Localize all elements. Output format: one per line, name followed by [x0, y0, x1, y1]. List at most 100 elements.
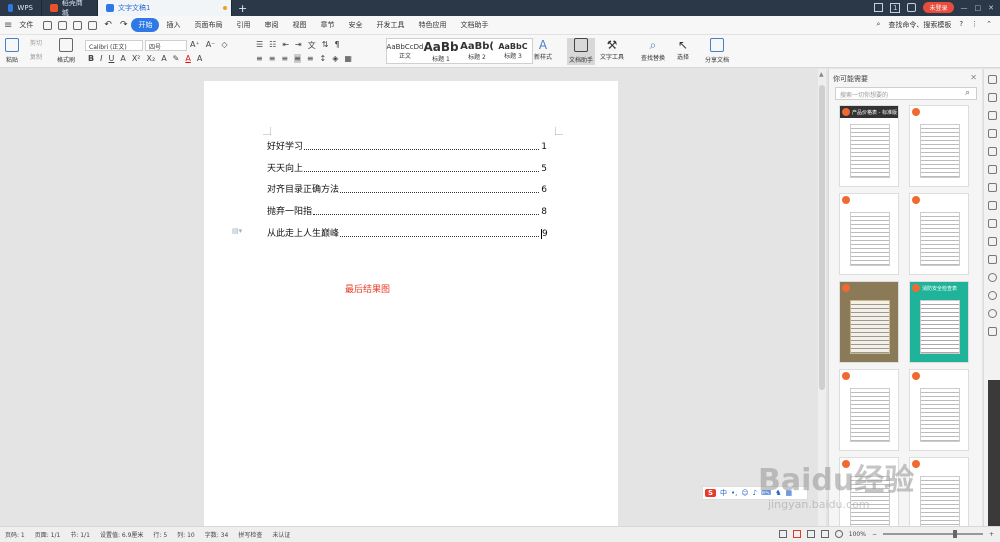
login-button[interactable]: 未登录 — [923, 2, 954, 13]
distributed-icon[interactable]: ≡ — [307, 54, 314, 63]
help-icon[interactable]: ? — [959, 20, 963, 30]
side-note-icon[interactable] — [988, 183, 997, 192]
tab-store[interactable]: 稻壳商城 — [42, 0, 98, 17]
maximize-icon[interactable]: □ — [975, 4, 982, 12]
bullets-icon[interactable]: ☰ — [256, 40, 263, 51]
align-right-icon[interactable]: ≡ — [281, 54, 288, 63]
ime-emoji-icon[interactable]: ☺ — [741, 489, 748, 497]
toc-entry[interactable]: 好好学习 1 — [267, 139, 547, 152]
menu-view[interactable]: 视图 — [285, 20, 313, 30]
font-family-select[interactable]: Calibri (正文) — [85, 40, 143, 51]
new-style-button[interactable]: A 新样式 — [534, 38, 552, 61]
eye-protect-icon[interactable] — [834, 530, 843, 538]
template-card[interactable] — [909, 369, 969, 451]
ime-lang-label[interactable]: 中 — [720, 488, 727, 498]
grow-font-icon[interactable]: A⁺ — [190, 40, 200, 49]
side-star-icon[interactable] — [988, 165, 997, 174]
undo-icon[interactable]: ↶ — [104, 20, 112, 30]
template-card[interactable] — [839, 281, 899, 363]
zoom-value[interactable]: 100% — [849, 531, 866, 538]
share-button[interactable]: 分享文档 — [705, 38, 729, 64]
menu-references[interactable]: 引用 — [229, 20, 257, 30]
document-workspace[interactable]: 好好学习 1 天天向上 5 对齐目录正确方法 6 抛弃一阳指 8 从此走上人生巅… — [0, 69, 822, 526]
zoom-out-icon[interactable]: − — [872, 531, 877, 538]
layout-icon[interactable] — [874, 3, 884, 12]
side-doc-icon[interactable] — [988, 75, 997, 84]
side-frame-icon[interactable] — [988, 219, 997, 228]
side-edit-icon[interactable] — [988, 129, 997, 138]
collapse-ribbon-icon[interactable]: ⌃ — [986, 20, 992, 30]
find-replace-button[interactable]: ⌕ 查找替换 — [641, 38, 665, 62]
show-marks-icon[interactable]: ¶ — [334, 40, 339, 51]
status-spell-check[interactable]: 拼写检查 — [233, 530, 267, 539]
italic-icon[interactable]: I — [100, 54, 102, 63]
template-card[interactable] — [909, 457, 969, 526]
text-tools-button[interactable]: ⚒ 文字工具 — [600, 38, 624, 61]
subscript-icon[interactable]: X₂ — [147, 54, 156, 63]
more-icon[interactable]: ⋮ — [971, 20, 978, 30]
template-card[interactable]: 消防安全检查表 — [909, 281, 969, 363]
indent-icon[interactable]: ⇥ — [295, 40, 302, 51]
zoom-in-icon[interactable]: + — [989, 531, 994, 538]
scrollbar-thumb[interactable] — [819, 85, 825, 390]
tab-document[interactable]: 文字文稿1 — [98, 0, 232, 16]
style-heading-3[interactable]: AaBbC 标题 3 — [495, 39, 531, 63]
doc-assistant-button[interactable]: 文档助手 — [567, 38, 596, 65]
menu-features[interactable]: 特色应用 — [411, 20, 453, 30]
justify-icon[interactable]: ≡ — [294, 54, 301, 63]
outdent-icon[interactable]: ⇤ — [282, 40, 289, 51]
export-icon[interactable] — [58, 20, 68, 30]
view-outline-icon[interactable] — [806, 530, 815, 538]
side-table-icon[interactable] — [988, 237, 997, 246]
side-pen-icon[interactable] — [988, 201, 997, 210]
panel-search-input[interactable]: 搜索一切你想要的 — [835, 87, 977, 100]
char-border-icon[interactable]: A — [197, 54, 202, 63]
menu-chapter[interactable]: 章节 — [313, 20, 341, 30]
new-tab-button[interactable]: + — [238, 2, 247, 15]
chinese-layout-icon[interactable]: 文 — [308, 40, 316, 51]
status-auth[interactable]: 未认证 — [267, 530, 295, 539]
view-web-icon[interactable] — [820, 530, 829, 538]
sort-icon[interactable]: ⇅ — [322, 40, 329, 51]
side-shape-icon[interactable] — [988, 111, 997, 120]
paste-button[interactable]: 粘贴 — [5, 38, 19, 64]
menu-layout[interactable]: 页面布局 — [187, 20, 229, 30]
ime-mic-icon[interactable]: ♪ — [753, 489, 757, 497]
menu-security[interactable]: 安全 — [341, 20, 369, 30]
superscript-icon[interactable]: X² — [132, 54, 141, 63]
zoom-slider[interactable] — [882, 530, 983, 538]
menu-developer[interactable]: 开发工具 — [369, 20, 411, 30]
tab-wps[interactable]: WPS — [0, 0, 42, 16]
line-spacing-icon[interactable]: ↕ — [320, 54, 327, 63]
align-left-icon[interactable]: ≡ — [256, 54, 263, 63]
side-help-icon[interactable] — [988, 309, 997, 318]
align-center-icon[interactable]: ≡ — [269, 54, 276, 63]
side-select-icon[interactable] — [988, 93, 997, 102]
template-card[interactable] — [839, 369, 899, 451]
template-card[interactable] — [909, 193, 969, 275]
font-color-icon[interactable]: A — [185, 54, 190, 63]
toc-entry[interactable]: 抛弃一阳指 8 — [267, 204, 547, 217]
side-history-icon[interactable] — [988, 291, 997, 300]
panel-close-icon[interactable]: ✕ — [970, 73, 977, 82]
view-page-icon[interactable] — [778, 530, 787, 538]
format-painter-button[interactable]: 格式刷 — [57, 38, 75, 64]
numbering-icon[interactable]: ☷ — [269, 40, 276, 51]
text-effect-icon[interactable]: A — [161, 54, 166, 63]
save-icon[interactable] — [43, 20, 53, 30]
toc-entry[interactable]: 对齐目录正确方法 6 — [267, 182, 547, 195]
menu-review[interactable]: 审阅 — [257, 20, 285, 30]
toc-entry[interactable]: 天天向上 5 — [267, 161, 547, 174]
redo-icon[interactable]: ↷ — [120, 20, 128, 30]
menu-file[interactable]: 文件 — [12, 20, 40, 30]
style-heading-1[interactable]: AaBb 标题 1 — [423, 39, 459, 63]
template-card[interactable] — [909, 105, 969, 187]
document-page[interactable]: 好好学习 1 天天向上 5 对齐目录正确方法 6 抛弃一阳指 8 从此走上人生巅… — [204, 81, 618, 526]
shading-icon[interactable]: ◈ — [332, 54, 338, 63]
select-button[interactable]: ↖ 选择 — [677, 38, 689, 61]
font-size-select[interactable]: 四号 — [145, 40, 187, 51]
search-icon[interactable]: ⌕ — [876, 20, 880, 30]
underline-icon[interactable]: U — [108, 54, 114, 63]
template-card[interactable] — [839, 193, 899, 275]
skin-icon[interactable] — [907, 3, 917, 12]
